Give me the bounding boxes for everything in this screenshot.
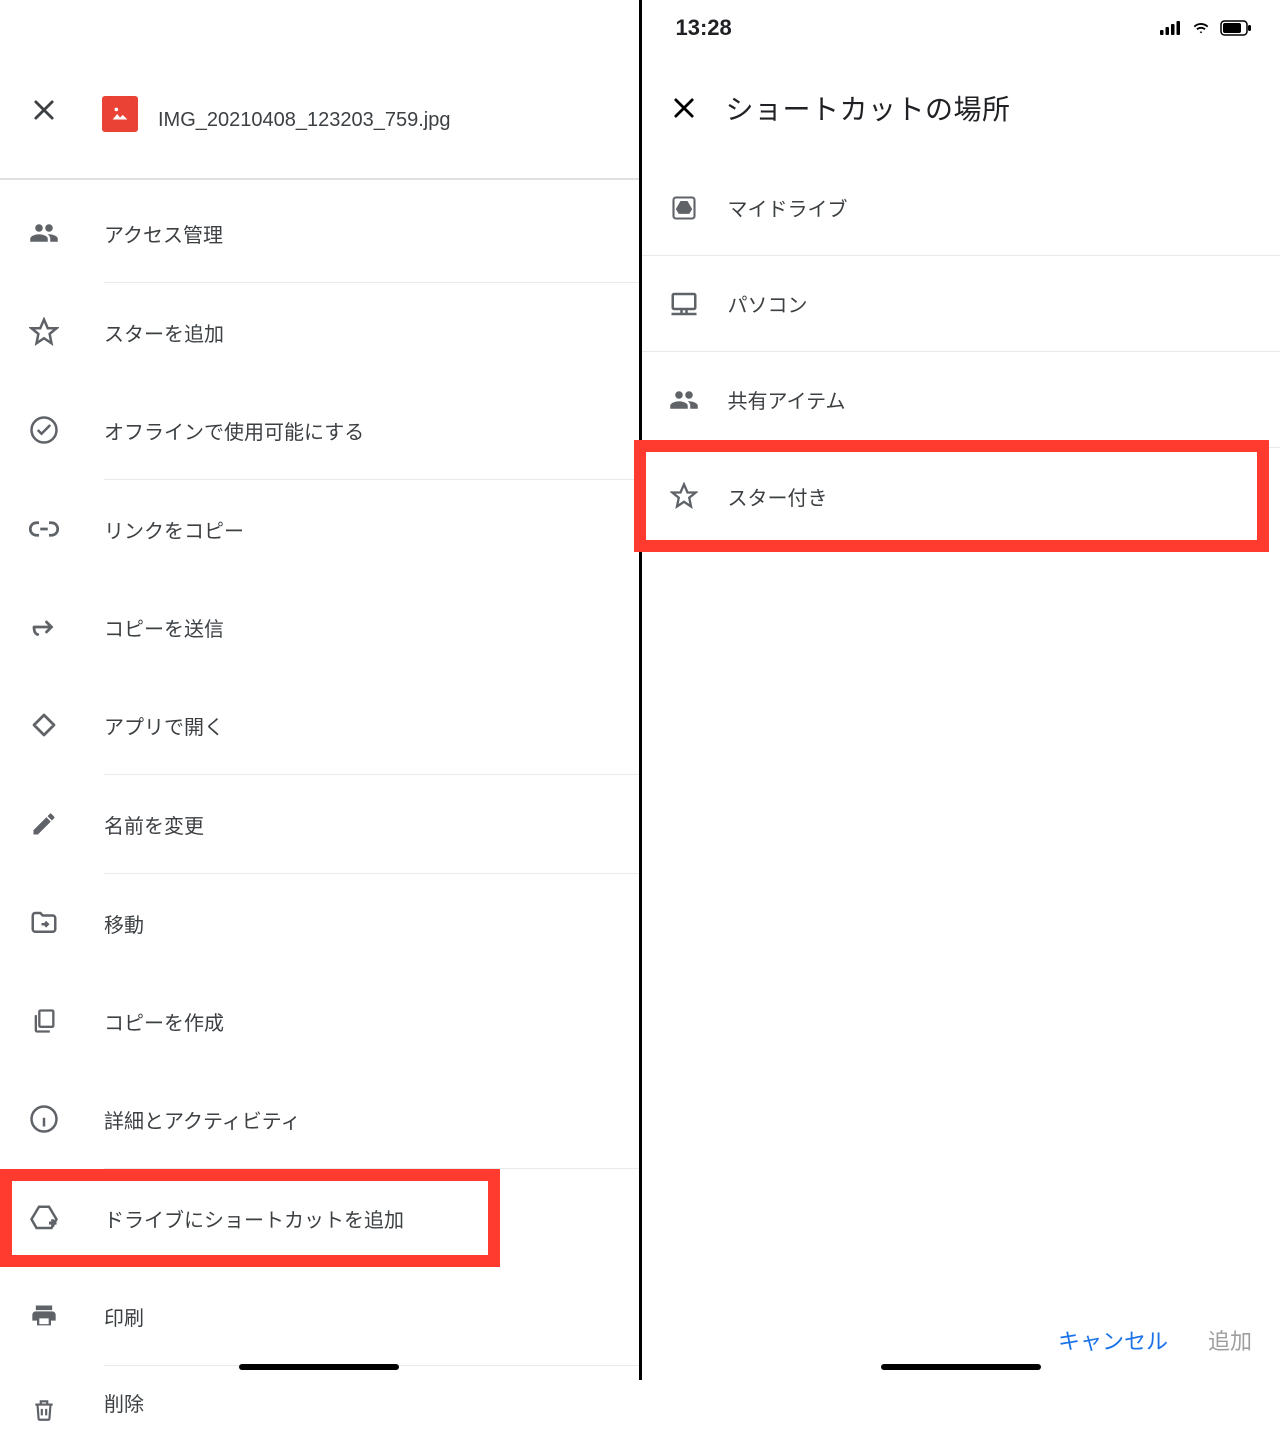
star-outline-icon [664,476,704,516]
close-button[interactable] [664,88,704,128]
close-icon [30,96,58,124]
location-label: スター付き [728,482,828,511]
menu-label: 削除 [104,1388,144,1417]
menu-label: ドライブにショートカットを追加 [104,1204,404,1233]
menu-item-print[interactable]: 印刷 [0,1267,639,1365]
location-item-starred[interactable]: スター付き [642,448,1261,544]
location-item-shared[interactable]: 共有アイテム [642,352,1280,448]
send-arrow-icon [22,605,66,649]
info-icon [22,1097,66,1141]
cellular-icon [1160,21,1182,35]
pencil-icon [22,802,66,846]
menu-label: コピーを作成 [104,1007,224,1036]
menu-item-shortcut[interactable]: ドライブにショートカットを追加 [0,1169,500,1267]
status-bar: 13:28 [642,0,1280,56]
status-time: 13:28 [676,15,732,41]
trash-icon [22,1388,66,1432]
menu-label: 名前を変更 [104,810,204,839]
location-list: マイドライブ パソコン 共有アイテム スター付き [642,160,1280,544]
location-label: パソコン [728,289,808,318]
dialog-actions: キャンセル 追加 [1058,1324,1252,1356]
location-label: 共有アイテム [728,385,846,414]
menu-item-star[interactable]: スターを追加 [0,283,639,381]
menu-label: 印刷 [104,1302,144,1331]
menu-label: 移動 [104,909,144,938]
file-actions-list: アクセス管理 スターを追加 オフラインで使用可能にする リンクをコピー コピーを… [0,180,639,1446]
close-button[interactable] [22,88,66,132]
menu-item-rename[interactable]: 名前を変更 [0,775,639,873]
menu-label: コピーを送信 [104,613,224,642]
menu-item-openin[interactable]: アプリで開く [0,676,639,774]
menu-label: スターを追加 [104,318,224,347]
cancel-button[interactable]: キャンセル [1058,1324,1168,1356]
home-indicator[interactable] [239,1364,399,1370]
file-header: IMG_20210408_123203_759.jpg [0,0,639,180]
menu-item-delete[interactable]: 削除 [0,1366,639,1446]
menu-label: アクセス管理 [104,219,223,248]
print-icon [22,1294,66,1338]
shortcut-location-header: ショートカットの場所 [642,56,1280,160]
copy-icon [22,999,66,1043]
open-in-icon [22,703,66,747]
computer-icon [664,284,704,324]
drive-add-icon [22,1196,66,1240]
location-item-mydrive[interactable]: マイドライブ [642,160,1280,256]
folder-move-icon [22,901,66,945]
wifi-icon [1190,20,1212,36]
add-button[interactable]: 追加 [1208,1324,1252,1356]
drive-icon [664,188,704,228]
battery-icon [1220,20,1252,36]
right-pane: 13:28 ショートカットの場所 マイドライブ パソコン 共有アイテム スター付… [642,0,1280,1380]
menu-label: リンクをコピー [104,515,244,544]
star-outline-icon [22,310,66,354]
menu-item-link[interactable]: リンクをコピー [0,480,639,578]
home-indicator[interactable] [881,1364,1041,1370]
menu-label: オフラインで使用可能にする [104,416,364,445]
link-icon [22,507,66,551]
menu-item-access[interactable]: アクセス管理 [0,184,639,282]
group-icon [664,380,704,420]
group-icon [22,211,66,255]
left-pane: IMG_20210408_123203_759.jpg アクセス管理 スターを追… [0,0,639,1380]
close-icon [670,94,698,122]
menu-item-copy[interactable]: コピーを作成 [0,972,639,1070]
file-name: IMG_20210408_123203_759.jpg [158,109,450,132]
screen-title: ショートカットの場所 [726,88,1011,128]
menu-item-offline[interactable]: オフラインで使用可能にする [0,381,639,479]
menu-item-move[interactable]: 移動 [0,874,639,972]
menu-item-details[interactable]: 詳細とアクティビティ [0,1070,639,1168]
check-circle-icon [22,408,66,452]
location-item-computer[interactable]: パソコン [642,256,1280,352]
image-file-icon [102,96,138,132]
location-label: マイドライブ [728,193,848,222]
menu-label: アプリで開く [104,711,224,740]
menu-label: 詳細とアクティビティ [104,1105,301,1134]
menu-item-send[interactable]: コピーを送信 [0,578,639,676]
